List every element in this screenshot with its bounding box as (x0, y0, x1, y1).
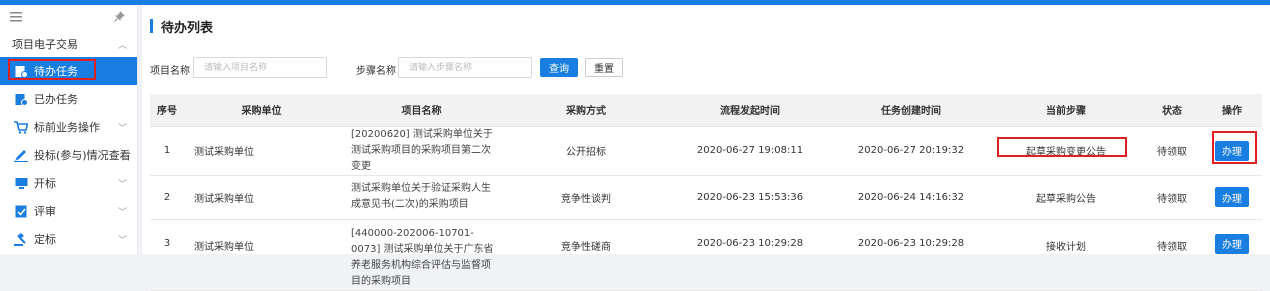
task-created-time: 2020-06-27 20:19:32 (832, 126, 990, 176)
col-header: 项目名称 (339, 94, 504, 127)
table-row[interactable]: 2 测试采购单位 测试采购单位关于验证采购人生成意见书(二次)的采购项目 竞争性… (150, 175, 1262, 220)
step-name-input[interactable] (398, 57, 532, 78)
sidebar-item-label: 标前业务操作 (34, 121, 100, 134)
current-step: 起草采购公告 (990, 175, 1142, 220)
task-created-time: 2020-06-23 10:29:28 (832, 219, 990, 291)
handle-button[interactable]: 办理 (1215, 233, 1249, 254)
sidebar-item-todo[interactable]: 待办任务 (0, 57, 137, 85)
flow-start-time: 2020-06-23 10:29:28 (668, 219, 832, 291)
sidebar-item-label: 定标 (34, 233, 56, 246)
col-header: 采购单位 (184, 94, 339, 127)
flow-start-time: 2020-06-27 19:08:11 (668, 126, 832, 176)
table-row[interactable]: 3 测试采购单位 [440000-202006-10701-0073] 测试采购… (150, 219, 1262, 291)
page-title: 待办列表 (150, 19, 214, 36)
pen-icon (14, 148, 28, 162)
monitor-icon (14, 176, 28, 190)
sidebar-item-bid-opening[interactable]: 开标 ﹀ (0, 169, 137, 197)
sidebar-item-review[interactable]: 评审 ﹀ (0, 197, 137, 225)
chevron-down-icon: ﹀ (117, 207, 127, 218)
sidebar-item-bid-status[interactable]: 投标(参与)情况查看 (0, 141, 137, 169)
action-cell: 办理 (1202, 175, 1262, 220)
sidebar-item-label: 开标 (34, 177, 56, 190)
flow-start-time: 2020-06-23 15:53:36 (668, 175, 832, 220)
purchase-method: 竞争性谈判 (504, 175, 668, 220)
sidebar-item-award[interactable]: 定标 ﹀ (0, 225, 137, 253)
current-step-cell: 起草采购变更公告 (990, 126, 1142, 176)
sidebar: 项目电子交易 ︿ 待办任务 已办任务 标前业务操作 ﹀ 投标(参与)情况查看 开… (0, 5, 138, 254)
reset-button[interactable]: 重置 (585, 58, 623, 77)
chevron-down-icon: ﹀ (117, 179, 127, 190)
col-header: 状态 (1142, 94, 1202, 127)
action-cell: 办理 (1202, 126, 1262, 176)
sidebar-item-label: 已办任务 (34, 93, 78, 106)
project-name-input[interactable] (193, 57, 327, 78)
col-header: 序号 (150, 94, 184, 127)
todo-table: 序号 采购单位 项目名称 采购方式 流程发起时间 任务创建时间 当前步骤 状态 … (150, 94, 1262, 291)
chevron-up-icon: ︿ (117, 40, 127, 51)
status: 待领取 (1142, 175, 1202, 220)
current-step: 接收计划 (990, 219, 1142, 291)
purchasing-unit: 测试采购单位 (184, 175, 339, 220)
project-name[interactable]: [20200620] 测试采购单位关于测试采购项目的采购项目第二次变更 (339, 126, 504, 176)
purchase-method: 公开招标 (504, 126, 668, 176)
row-number: 3 (150, 219, 184, 291)
pin-icon[interactable] (114, 11, 125, 25)
status: 待领取 (1142, 219, 1202, 291)
sidebar-group-label: 项目电子交易 (12, 38, 78, 51)
handle-button[interactable]: 办理 (1215, 187, 1249, 207)
step-name-label: 步骤名称 (356, 66, 396, 77)
page-title-text: 待办列表 (161, 20, 214, 36)
highlight-box (1212, 130, 1257, 164)
action-cell: 办理 (1202, 219, 1262, 291)
sidebar-header (0, 5, 137, 31)
highlight-box (8, 59, 96, 80)
table-header-row: 序号 采购单位 项目名称 采购方式 流程发起时间 任务创建时间 当前步骤 状态 … (150, 94, 1262, 127)
row-number: 1 (150, 126, 184, 176)
purchase-method: 竞争性磋商 (504, 219, 668, 291)
review-icon (14, 204, 28, 218)
col-header: 采购方式 (504, 94, 668, 127)
title-accent-bar (150, 19, 153, 33)
sidebar-item-done[interactable]: 已办任务 (0, 85, 137, 113)
row-number: 2 (150, 175, 184, 220)
table-row[interactable]: 1 测试采购单位 [20200620] 测试采购单位关于测试采购项目的采购项目第… (150, 126, 1262, 176)
purchasing-unit: 测试采购单位 (184, 219, 339, 291)
project-name-label: 项目名称 (150, 66, 190, 77)
col-header: 操作 (1202, 94, 1262, 127)
highlight-box (997, 136, 1127, 157)
project-name[interactable]: [440000-202006-10701-0073] 测试采购单位关于广东省养老… (339, 219, 504, 291)
sidebar-item-label: 评审 (34, 205, 56, 218)
status: 待领取 (1142, 126, 1202, 176)
search-form: 项目名称 步骤名称 查询 重置 (150, 57, 1270, 79)
task-created-time: 2020-06-24 14:16:32 (832, 175, 990, 220)
done-icon (14, 92, 28, 106)
main-panel: 待办列表 项目名称 步骤名称 查询 重置 序号 采购单位 项目名称 采购方式 流… (142, 5, 1270, 291)
chevron-down-icon: ﹀ (117, 123, 127, 134)
hamburger-icon[interactable] (10, 11, 22, 25)
col-header: 当前步骤 (990, 94, 1142, 127)
col-header: 流程发起时间 (668, 94, 832, 127)
col-header: 任务创建时间 (832, 94, 990, 127)
sidebar-group-project-trading[interactable]: 项目电子交易 ︿ (0, 31, 137, 57)
cart-icon (14, 120, 28, 134)
sidebar-item-pre-bid[interactable]: 标前业务操作 ﹀ (0, 113, 137, 141)
chevron-down-icon: ﹀ (117, 235, 127, 246)
sidebar-item-label: 投标(参与)情况查看 (34, 149, 131, 162)
query-button[interactable]: 查询 (540, 58, 578, 77)
project-name[interactable]: 测试采购单位关于验证采购人生成意见书(二次)的采购项目 (339, 175, 504, 220)
purchasing-unit: 测试采购单位 (184, 126, 339, 176)
gavel-icon (14, 232, 28, 246)
